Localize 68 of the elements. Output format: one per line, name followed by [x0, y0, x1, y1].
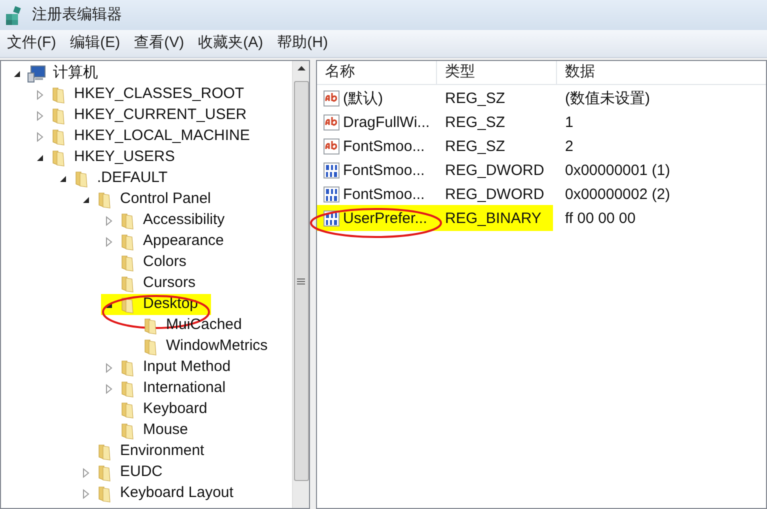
collapsed-triangle-icon[interactable] [36, 110, 44, 120]
string-value-icon [323, 138, 341, 156]
binary-value-icon [323, 162, 341, 180]
value-name[interactable]: (默认) [343, 88, 383, 110]
tree-item[interactable]: .DEFAULT [97, 167, 168, 190]
collapsed-triangle-icon[interactable] [105, 236, 113, 246]
value-type: REG_DWORD [444, 184, 546, 205]
tree-item[interactable]: International [143, 377, 226, 400]
column-header[interactable]: 数据 [557, 61, 766, 84]
collapsed-triangle-icon[interactable] [82, 488, 90, 498]
tree-item[interactable]: Mouse [143, 419, 188, 442]
value-name[interactable]: FontSmoo... [343, 184, 425, 206]
value-type: REG_SZ [444, 88, 506, 109]
window-title: 注册表编辑器 [32, 4, 122, 25]
value-name[interactable]: DragFullWi... [343, 112, 430, 134]
collapsed-triangle-icon[interactable] [36, 132, 44, 142]
tree-item[interactable]: 计算机 [53, 62, 98, 85]
collapsed-triangle-icon[interactable] [82, 468, 90, 478]
value-data: 2 [564, 136, 574, 157]
expanded-triangle-icon[interactable] [82, 196, 90, 204]
menu-item[interactable]: 编辑(E) [63, 32, 128, 55]
menu-item[interactable]: 帮助(H) [270, 32, 335, 55]
value-type: REG_SZ [444, 136, 506, 157]
tree-item[interactable]: Cursors [143, 272, 196, 295]
value-name[interactable]: FontSmoo... [343, 136, 425, 158]
binary-value-icon [323, 186, 341, 204]
tree-item[interactable]: Keyboard [143, 398, 208, 421]
collapsed-triangle-icon[interactable] [105, 384, 113, 394]
column-header[interactable]: 类型 [437, 61, 557, 84]
scrollbar-thumb[interactable] [294, 81, 308, 481]
value-data: 0x00000001 (1) [564, 160, 670, 181]
value-data: 0x00000002 (2) [564, 184, 670, 205]
string-value-icon [323, 114, 341, 132]
tree-item[interactable]: HKEY_CLASSES_ROOT [74, 83, 244, 106]
tree-item[interactable]: EUDC [120, 461, 163, 484]
scrollbar[interactable] [292, 61, 309, 508]
collapsed-triangle-icon[interactable] [105, 216, 113, 226]
menu-item[interactable]: 文件(F) [0, 32, 64, 55]
tree-item[interactable]: HKEY_USERS [74, 146, 175, 169]
string-value-icon [323, 90, 341, 108]
tree-item[interactable]: Environment [120, 440, 204, 463]
menu-item[interactable]: 收藏夹(A) [191, 32, 270, 55]
value-type: REG_SZ [444, 112, 506, 133]
tree-item[interactable]: Control Panel [120, 188, 211, 211]
scroll-up-arrow-icon[interactable] [296, 65, 306, 71]
computer-icon [27, 64, 47, 82]
tree-item[interactable]: Keyboard Layout [120, 482, 234, 505]
value-data: 1 [564, 112, 574, 133]
tree-item[interactable]: HKEY_LOCAL_MACHINE [74, 125, 250, 148]
grip-icon [297, 278, 305, 284]
tree-item[interactable]: Appearance [143, 230, 224, 253]
tree-item[interactable]: Input Method [143, 356, 231, 379]
menu-item[interactable]: 查看(V) [127, 32, 192, 55]
value-data: ff 00 00 00 [564, 208, 636, 229]
expanded-triangle-icon[interactable] [13, 70, 21, 78]
tree-item[interactable]: WindowMetrics [166, 335, 268, 358]
tree-item[interactable]: Colors [143, 251, 186, 274]
expanded-triangle-icon[interactable] [36, 154, 44, 162]
value-type: REG_BINARY [444, 208, 542, 229]
value-data: (数值未设置) [564, 88, 650, 109]
tree-item[interactable]: HKEY_CURRENT_USER [74, 104, 247, 127]
value-type: REG_DWORD [444, 160, 546, 181]
expanded-triangle-icon[interactable] [59, 174, 67, 182]
collapsed-triangle-icon[interactable] [105, 362, 113, 372]
value-name[interactable]: FontSmoo... [343, 160, 425, 182]
tree-item[interactable]: Accessibility [143, 209, 225, 232]
collapsed-triangle-icon[interactable] [36, 90, 44, 100]
column-header[interactable]: 名称 [317, 61, 437, 84]
